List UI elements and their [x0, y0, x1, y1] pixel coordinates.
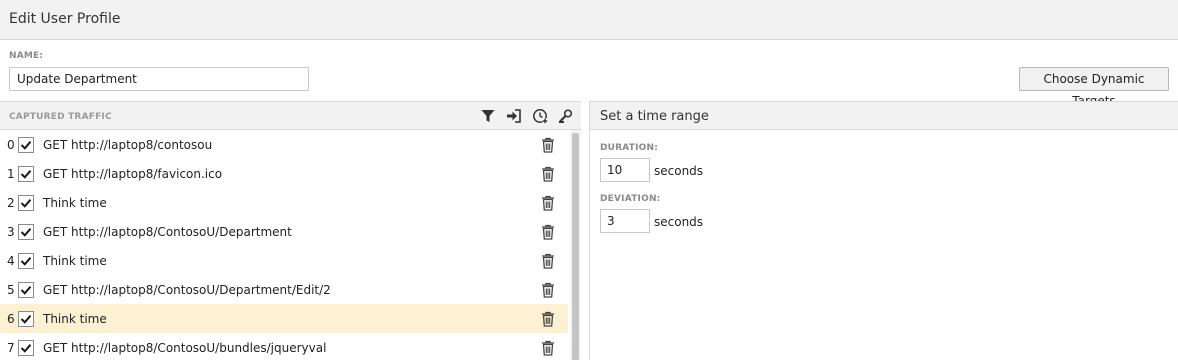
row-checkbox[interactable] — [18, 137, 34, 153]
trash-icon[interactable] — [541, 195, 555, 211]
deviation-unit: seconds — [654, 215, 704, 229]
row-checkbox[interactable] — [18, 253, 34, 269]
duration-input[interactable] — [600, 158, 650, 182]
traffic-row[interactable]: 2 Think time — [0, 188, 568, 217]
row-request-text: GET http://laptop8/contosou — [43, 138, 213, 152]
captured-traffic-title: CAPTURED TRAFFIC — [9, 112, 112, 122]
name-label: NAME: — [9, 51, 44, 61]
name-input[interactable] — [9, 67, 309, 91]
traffic-row[interactable]: 6 Think time — [0, 304, 568, 333]
row-request-text: Think time — [43, 254, 107, 268]
traffic-row[interactable]: 7 GET http://laptop8/ContosoU/bundles/jq… — [0, 333, 568, 360]
scrollbar-thumb[interactable] — [572, 133, 579, 360]
window-title: Edit User Profile — [9, 11, 121, 27]
clock-add-icon[interactable] — [532, 108, 548, 124]
time-range-title: Set a time range — [600, 109, 709, 124]
search-user-icon[interactable] — [558, 108, 574, 124]
row-request-text: Think time — [43, 312, 107, 326]
deviation-label: DEVIATION: — [600, 194, 661, 204]
row-checkbox[interactable] — [18, 224, 34, 240]
traffic-row[interactable]: 4 Think time — [0, 246, 568, 275]
row-checkbox[interactable] — [18, 311, 34, 327]
captured-traffic-header: CAPTURED TRAFFIC — [0, 101, 581, 130]
row-request-text: Think time — [43, 196, 107, 210]
row-checkbox[interactable] — [18, 166, 34, 182]
trash-icon[interactable] — [541, 340, 555, 356]
row-index: 1 — [7, 167, 15, 181]
trash-icon[interactable] — [541, 253, 555, 269]
time-range-header: Set a time range — [590, 101, 1178, 130]
duration-unit: seconds — [654, 164, 704, 178]
title-bar: Edit User Profile — [0, 0, 1178, 40]
row-index: 3 — [7, 225, 15, 239]
trash-icon[interactable] — [541, 282, 555, 298]
traffic-row[interactable]: 3 GET http://laptop8/ContosoU/Department — [0, 217, 568, 246]
traffic-scrollbar[interactable] — [570, 130, 581, 360]
trash-icon[interactable] — [541, 224, 555, 240]
row-index: 4 — [7, 254, 15, 268]
row-checkbox[interactable] — [18, 282, 34, 298]
row-request-text: GET http://laptop8/ContosoU/Department/E… — [43, 283, 331, 297]
trash-icon[interactable] — [541, 311, 555, 327]
traffic-row[interactable]: 0 GET http://laptop8/contosou — [0, 130, 568, 159]
filter-icon[interactable] — [480, 108, 496, 124]
trash-icon[interactable] — [541, 137, 555, 153]
choose-dynamic-targets-button[interactable]: Choose Dynamic Targets — [1019, 67, 1169, 108]
traffic-row[interactable]: 1 GET http://laptop8/favicon.ico — [0, 159, 568, 188]
duration-label: DURATION: — [600, 143, 659, 153]
row-index: 2 — [7, 196, 15, 210]
row-index: 0 — [7, 138, 15, 152]
sign-in-icon[interactable] — [506, 108, 522, 124]
row-request-text: GET http://laptop8/ContosoU/bundles/jque… — [43, 341, 327, 355]
row-checkbox[interactable] — [18, 195, 34, 211]
trash-icon[interactable] — [541, 166, 555, 182]
row-index: 6 — [7, 312, 15, 326]
time-range-pane: Set a time range DURATION: seconds DEVIA… — [589, 101, 1178, 360]
row-request-text: GET http://laptop8/ContosoU/Department — [43, 225, 292, 239]
traffic-row[interactable]: 5 GET http://laptop8/ContosoU/Department… — [0, 275, 568, 304]
row-index: 5 — [7, 283, 15, 297]
row-index: 7 — [7, 341, 15, 355]
row-request-text: GET http://laptop8/favicon.ico — [43, 167, 223, 181]
captured-traffic-pane: CAPTURED TRAFFIC 0 GET http://laptop8/co… — [0, 101, 581, 360]
row-checkbox[interactable] — [18, 340, 34, 356]
deviation-input[interactable] — [600, 209, 650, 233]
